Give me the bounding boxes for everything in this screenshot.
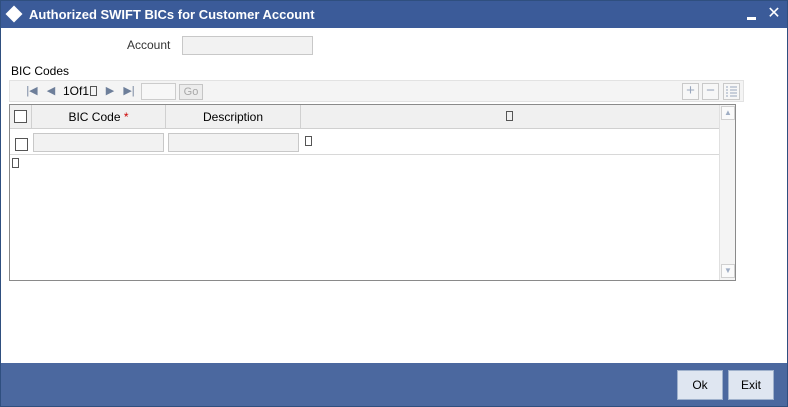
- prev-page-icon[interactable]: ◀: [44, 84, 58, 98]
- column-header-extra: [301, 105, 719, 129]
- account-input[interactable]: [182, 36, 313, 55]
- title-bar: Authorized SWIFT BICs for Customer Accou…: [1, 1, 787, 28]
- select-all-checkbox[interactable]: [14, 110, 27, 123]
- bic-code-header-label: BIC Code: [68, 110, 121, 124]
- bic-codes-grid: BIC Code * Description ▲ ▼: [9, 104, 736, 281]
- placeholder-glyph-icon: [90, 86, 98, 96]
- required-marker: *: [123, 110, 129, 124]
- app-diamond-icon: [5, 5, 23, 23]
- description-input[interactable]: [168, 133, 299, 152]
- scroll-up-icon[interactable]: ▲: [721, 106, 735, 120]
- scroll-down-icon[interactable]: ▼: [721, 264, 735, 278]
- grid-toolbar: |◀ ◀ 1Of1 ▶ ▶| Go + −: [9, 80, 744, 102]
- column-header-bic-code[interactable]: BIC Code *: [32, 105, 166, 129]
- grid-header: BIC Code * Description: [10, 105, 719, 129]
- goto-page-input[interactable]: [141, 83, 176, 100]
- dialog-footer: Ok Exit: [1, 363, 787, 406]
- add-row-icon[interactable]: +: [682, 83, 699, 100]
- close-icon[interactable]: ✕: [766, 6, 782, 22]
- placeholder-glyph-icon: [305, 136, 312, 146]
- placeholder-glyph-icon: [506, 111, 513, 121]
- page-indicator: 1Of1: [63, 84, 98, 98]
- row-select-checkbox[interactable]: [15, 138, 28, 151]
- last-page-icon[interactable]: ▶|: [122, 84, 136, 98]
- table-row: [10, 130, 719, 155]
- next-page-icon[interactable]: ▶: [103, 84, 117, 98]
- go-button[interactable]: Go: [179, 84, 203, 100]
- first-page-icon[interactable]: |◀: [25, 84, 39, 98]
- account-label: Account: [127, 38, 171, 52]
- column-header-description[interactable]: Description: [166, 105, 301, 129]
- bic-codes-section-title: BIC Codes: [11, 64, 70, 78]
- dialog-title: Authorized SWIFT BICs for Customer Accou…: [29, 7, 315, 22]
- bic-code-input[interactable]: [33, 133, 164, 152]
- delete-row-icon[interactable]: −: [702, 83, 719, 100]
- dialog-window: Authorized SWIFT BICs for Customer Accou…: [0, 0, 788, 407]
- page-indicator-text: 1Of1: [63, 84, 90, 98]
- vertical-scrollbar[interactable]: ▲ ▼: [719, 105, 735, 280]
- placeholder-glyph-icon: [12, 158, 19, 168]
- exit-button[interactable]: Exit: [728, 370, 774, 400]
- description-header-label: Description: [202, 110, 264, 124]
- single-view-icon[interactable]: [723, 83, 740, 100]
- minimize-icon[interactable]: [745, 9, 759, 21]
- header-select-cell: [10, 105, 32, 129]
- ok-button[interactable]: Ok: [677, 370, 723, 400]
